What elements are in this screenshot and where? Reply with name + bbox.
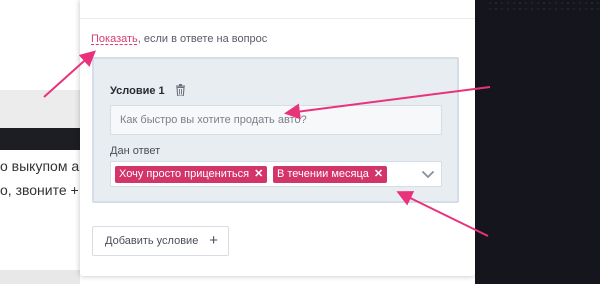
- arrow-annotation: [396, 191, 489, 237]
- annotation-arrows: [43, 50, 491, 237]
- arrow-annotation: [284, 86, 491, 120]
- arrow-annotation: [43, 50, 96, 98]
